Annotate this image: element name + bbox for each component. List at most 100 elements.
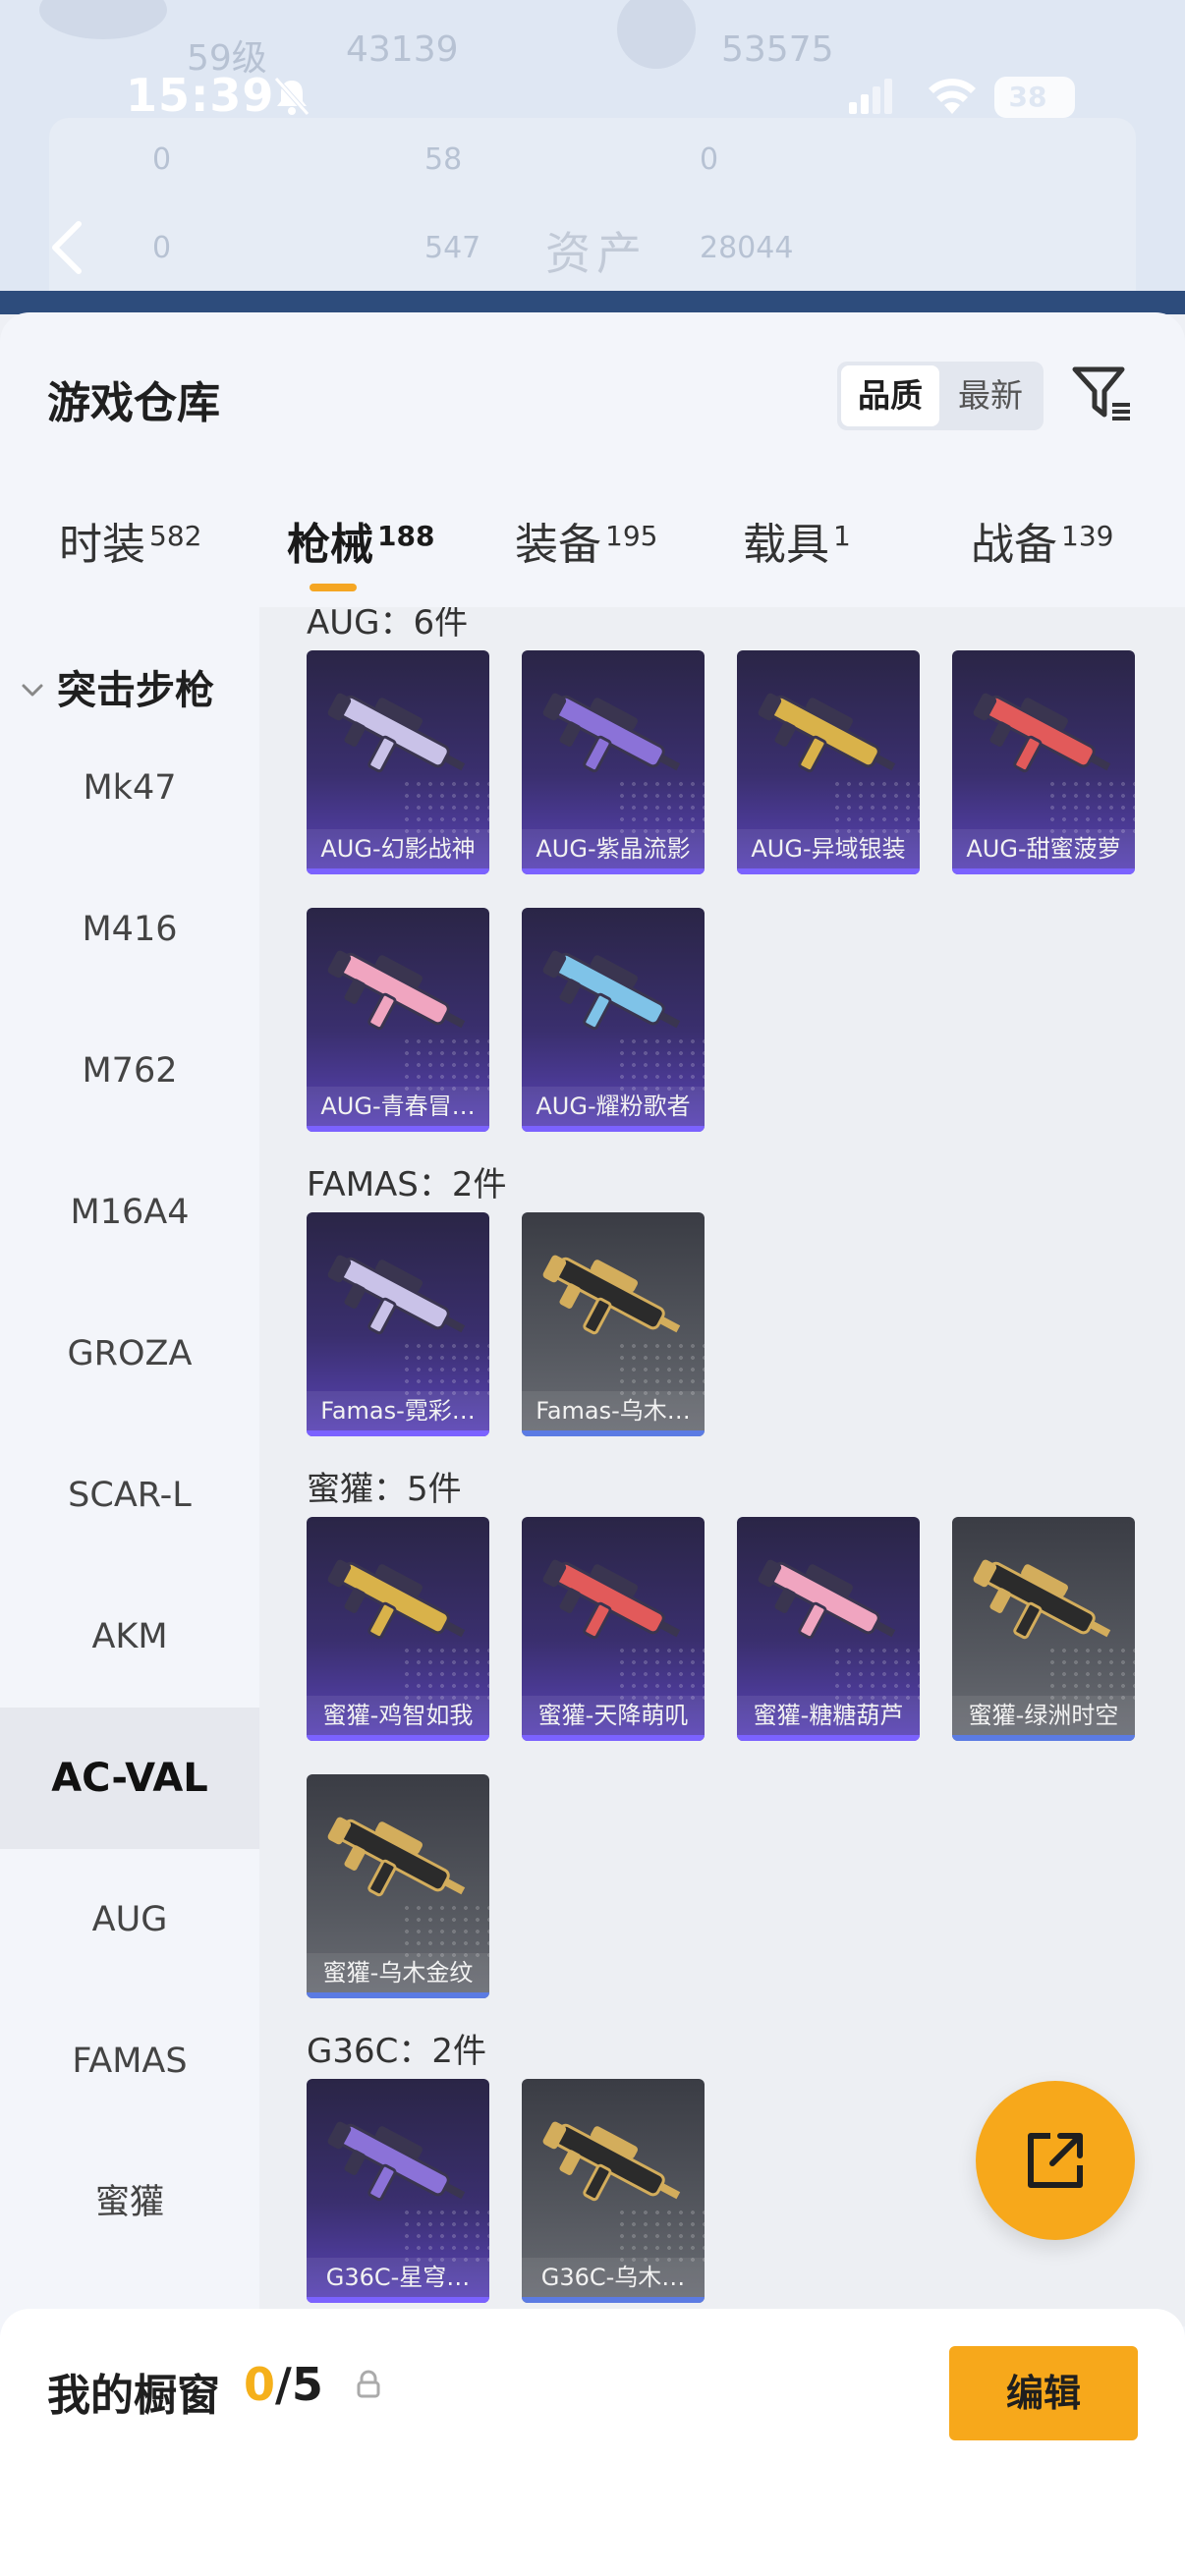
weapon-skin-name: 蜜獾-鸡智如我: [307, 1696, 489, 1735]
rarity-bar: [952, 1735, 1135, 1741]
weapon-skin-name: AUG-紫晶流影: [522, 829, 705, 868]
sidebar-item-aug[interactable]: AUG: [0, 1849, 259, 1990]
group-title: FAMAS：2件: [307, 1165, 507, 1204]
bg-stat-value: 0: [700, 142, 719, 177]
rarity-bar: [307, 2297, 489, 2303]
weapon-skin-card[interactable]: 蜜獾-鸡智如我: [307, 1517, 489, 1741]
weapon-skin-card[interactable]: Famas-乌木…: [522, 1212, 705, 1436]
sidebar-item-m16a4[interactable]: M16A4: [0, 1142, 259, 1283]
share-button[interactable]: [976, 2081, 1135, 2240]
weapon-skin-name: 蜜獾-乌木金纹: [307, 1953, 489, 1992]
warehouse-sheet: 游戏仓库 品质 最新 时装 582 枪械 188 装备 195 载具 1 战备 139 突…: [0, 312, 1185, 2576]
bg-strip: [0, 291, 1185, 314]
showcase-bar: 我的橱窗 0/5 编辑: [0, 2309, 1185, 2576]
weapon-skin-name: Famas-乌木…: [522, 1391, 705, 1430]
edit-showcase-button[interactable]: 编辑: [949, 2346, 1138, 2440]
weapon-skin-card[interactable]: G36C-星穹…: [307, 2079, 489, 2303]
bg-stat-value: 547: [424, 231, 481, 265]
battery-level: 38: [1008, 81, 1047, 113]
rarity-bar: [737, 868, 920, 874]
weapon-skin-card[interactable]: G36C-乌木…: [522, 2079, 705, 2303]
group-title: G36C：2件: [307, 2032, 486, 2071]
tab-label: 枪械: [287, 520, 373, 570]
tab-outfits[interactable]: 时装 582: [59, 509, 201, 572]
showcase-current: 0: [244, 2358, 276, 2411]
sort-by-quality-button[interactable]: 品质: [841, 365, 939, 426]
rifle-icon: [542, 1559, 681, 1640]
rifle-icon: [973, 693, 1111, 773]
wifi-icon: [929, 79, 976, 114]
weapon-skin-card[interactable]: AUG-紫晶流影: [522, 650, 705, 874]
sidebar-item-akm[interactable]: AKM: [0, 1566, 259, 1708]
rarity-bar: [522, 868, 705, 874]
tab-supplies[interactable]: 战备 139: [971, 509, 1113, 572]
back-arrow-icon[interactable]: [47, 218, 86, 277]
sidebar-item-honey-badger[interactable]: 蜜獾: [0, 2132, 259, 2273]
rarity-bar: [737, 1735, 920, 1741]
tab-guns[interactable]: 枪械 188: [287, 509, 434, 572]
sidebar-item-ac-val[interactable]: AC-VAL: [0, 1708, 259, 1849]
sidebar-item-groza[interactable]: GROZA: [0, 1283, 259, 1425]
tab-count: 582: [149, 520, 202, 552]
tab-label: 载具: [743, 520, 829, 570]
active-tab-indicator: [310, 584, 357, 591]
sidebar-category-assault-rifles[interactable]: 突击步枪: [20, 658, 214, 715]
weapon-skin-card[interactable]: AUG-甜蜜菠萝: [952, 650, 1135, 874]
weapon-skin-name: AUG-青春冒…: [307, 1087, 489, 1126]
status-time: 15:39: [126, 69, 275, 122]
weapon-grid: AUG：6件 AUG-幻影战神 AUG-紫晶流影 AUG-异域银装 AUG-甜蜜菠萝 AU…: [259, 607, 1185, 2326]
weapon-skin-name: AUG-异域银装: [737, 829, 920, 868]
rifle-icon: [327, 1255, 466, 1335]
rifle-icon: [327, 2121, 466, 2202]
showcase-count: 0/5: [244, 2358, 323, 2411]
weapon-skin-name: 蜜獾-绿洲时空: [952, 1696, 1135, 1735]
tab-vehicles[interactable]: 载具 1: [743, 509, 851, 572]
sidebar-item-famas[interactable]: FAMAS: [0, 1990, 259, 2132]
rifle-icon: [758, 693, 896, 773]
sidebar-item-mk47[interactable]: Mk47: [0, 717, 259, 859]
weapon-skin-card[interactable]: 蜜獾-乌木金纹: [307, 1774, 489, 1998]
showcase-max: 5: [291, 2358, 323, 2411]
lock-icon: [357, 2370, 380, 2398]
weapon-skin-card[interactable]: 蜜獾-糖糖葫芦: [737, 1517, 920, 1741]
weapon-skin-card[interactable]: AUG-青春冒…: [307, 908, 489, 1132]
group-title: 蜜獾：5件: [307, 1470, 462, 1509]
weapon-skin-card[interactable]: Famas-霓彩…: [307, 1212, 489, 1436]
weapon-skin-card[interactable]: 蜜獾-绿洲时空: [952, 1517, 1135, 1741]
filter-icon[interactable]: [1071, 362, 1134, 424]
weapon-skin-card[interactable]: AUG-耀粉歌者: [522, 908, 705, 1132]
rifle-icon: [758, 1559, 896, 1640]
tab-label: 战备: [971, 520, 1057, 570]
weapon-skin-name: AUG-耀粉歌者: [522, 1087, 705, 1126]
rarity-bar: [307, 1126, 489, 1132]
tab-count: 1: [833, 520, 851, 552]
rifle-icon: [542, 950, 681, 1031]
chevron-down-icon: [22, 684, 43, 697]
warehouse-title: 游戏仓库: [47, 378, 220, 428]
weapon-skin-card[interactable]: AUG-幻影战神: [307, 650, 489, 874]
rarity-bar: [522, 1126, 705, 1132]
sort-toggle: 品质 最新: [837, 362, 1044, 430]
sidebar-item-scar-l[interactable]: SCAR-L: [0, 1425, 259, 1566]
weapon-skin-card[interactable]: AUG-异域银装: [737, 650, 920, 874]
category-tabs: 时装 582 枪械 188 装备 195 载具 1 战备 139: [0, 509, 1185, 607]
rarity-bar: [307, 1430, 489, 1436]
bg-badge-blob: [39, 0, 167, 39]
tab-equipment[interactable]: 装备 195: [515, 509, 657, 572]
bg-stats-panel: [49, 118, 1136, 314]
weapon-skin-name: Famas-霓彩…: [307, 1391, 489, 1430]
rifle-icon: [327, 950, 466, 1031]
rarity-bar: [522, 2297, 705, 2303]
rarity-bar: [522, 1735, 705, 1741]
sort-by-newest-button[interactable]: 最新: [941, 365, 1040, 426]
sidebar-category-label: 突击步枪: [57, 668, 214, 713]
cellular-signal-icon: [849, 79, 892, 114]
tab-count: 188: [377, 520, 435, 552]
weapon-skin-card[interactable]: 蜜獾-天降萌叽: [522, 1517, 705, 1741]
sidebar-item-m416[interactable]: M416: [0, 859, 259, 1000]
rifle-icon: [542, 693, 681, 773]
tab-label: 时装: [59, 520, 145, 570]
bg-stat-value: 28044: [700, 231, 794, 265]
page-title: 资产: [545, 227, 648, 280]
sidebar-item-m762[interactable]: M762: [0, 1000, 259, 1142]
